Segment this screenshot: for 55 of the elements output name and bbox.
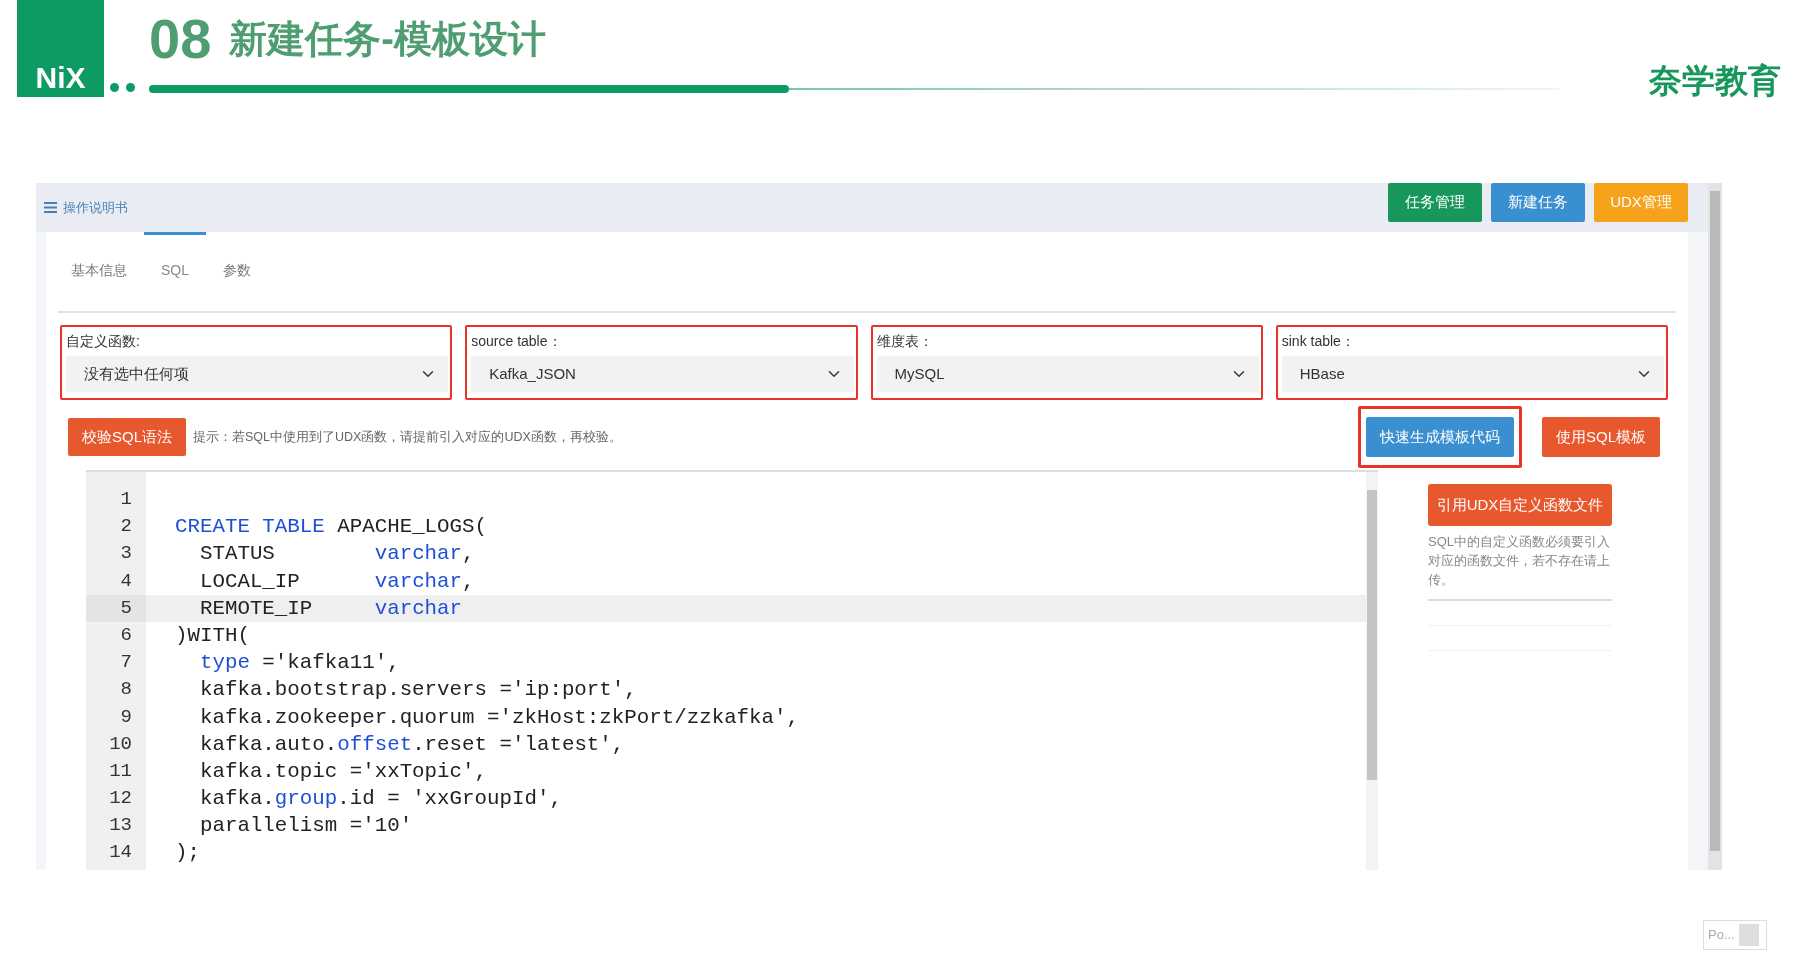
- dropdown-field[interactable]: MySQL: [876, 356, 1259, 392]
- code-line: STATUS varchar,: [198, 541, 476, 568]
- line-number: 3: [119, 541, 133, 567]
- line-number: 7: [119, 650, 133, 676]
- code-line: LOCAL_IP varchar,: [198, 568, 476, 595]
- code-line: type ='kafka11',: [198, 650, 401, 677]
- code-line: );: [174, 840, 201, 867]
- popup-label: Po...: [1708, 926, 1735, 945]
- line-number: 1: [119, 487, 133, 512]
- scrollbar[interactable]: [1366, 472, 1378, 870]
- field-label: source table：: [471, 332, 563, 351]
- logo: NiX: [17, 0, 104, 97]
- line-number: 14: [108, 840, 133, 866]
- field-label: sink table：: [1281, 332, 1356, 351]
- manual-link[interactable]: 操作说明书: [63, 197, 128, 218]
- line-number: 11: [108, 758, 133, 784]
- scrollbar[interactable]: [1708, 183, 1722, 870]
- line-number: 13: [108, 813, 133, 839]
- code-line: )WITH(: [174, 622, 251, 649]
- code-line: kafka.bootstrap.servers ='ip:port',: [198, 677, 638, 704]
- dropdown-field[interactable]: HBase: [1281, 356, 1664, 392]
- line-number: 8: [119, 677, 133, 703]
- popup-thumbnail: [1738, 924, 1759, 946]
- help-text: SQL中的自定义函数必须要引入对应的函数文件，若不存在请上传。: [1428, 533, 1611, 589]
- field-label: 维度表：: [876, 332, 934, 351]
- field-label: 自定义函数:: [66, 332, 141, 351]
- validate-button[interactable]: 校验SQL语法: [68, 418, 186, 456]
- code-line: kafka.auto.offset.reset ='latest',: [198, 731, 626, 758]
- line-number: 5: [86, 594, 146, 622]
- action-button[interactable]: 快速生成模板代码: [1366, 417, 1514, 457]
- nav-button[interactable]: UDX管理: [1594, 183, 1688, 222]
- line-number: 2: [119, 514, 133, 540]
- code-line: parallelism ='10': [198, 813, 414, 840]
- line-number: 10: [108, 731, 133, 757]
- code-line: kafka.zookeeper.quorum ='zkHost:zkPort/zzkafka',: [198, 704, 800, 731]
- code-editor[interactable]: [86, 470, 1378, 870]
- line-number: 6: [119, 622, 133, 648]
- hint-text: 提示：若SQL中使用到了UDX函数，请提前引入对应的UDX函数，再校验。: [193, 428, 622, 446]
- line-number: 9: [119, 704, 133, 730]
- menu-icon[interactable]: [44, 202, 57, 213]
- line-number: 4: [119, 568, 133, 594]
- brand-name: 奈学教育: [1649, 63, 1781, 97]
- code-line: kafka.group.id = 'xxGroupId',: [198, 786, 563, 813]
- nav-button[interactable]: 任务管理: [1388, 183, 1482, 222]
- nav-button[interactable]: 新建任务: [1491, 183, 1585, 222]
- dropdown-field[interactable]: 没有选中任何项: [66, 356, 449, 392]
- slide-title: 新建任务-模板设计: [229, 20, 546, 58]
- action-button[interactable]: 使用SQL模板: [1542, 417, 1660, 457]
- dots-decoration: [110, 83, 135, 92]
- line-number: 12: [108, 786, 133, 812]
- code-line: kafka.topic ='xxTopic',: [198, 758, 488, 785]
- code-line: CREATE TABLE APACHE_LOGS(: [174, 514, 488, 541]
- slide-number: 08: [149, 11, 212, 67]
- dropdown-field[interactable]: Kafka_JSON: [471, 356, 854, 392]
- upload-button[interactable]: 引用UDX自定义函数文件: [1428, 484, 1612, 526]
